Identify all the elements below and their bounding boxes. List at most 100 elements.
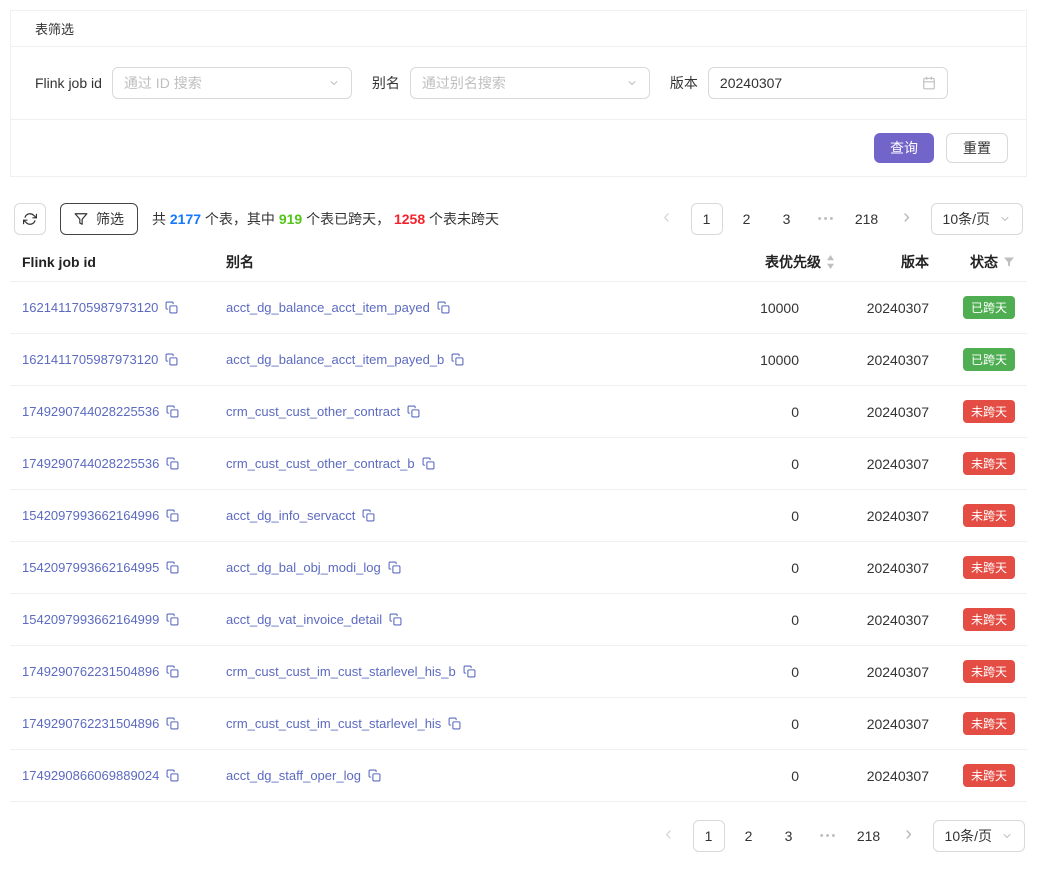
alias-link[interactable]: acct_dg_staff_oper_log	[226, 768, 361, 783]
pagination-next-icon[interactable]: ›	[893, 820, 925, 852]
version-cell: 20240307	[843, 542, 939, 594]
header-job-id: Flink job id	[10, 243, 218, 282]
copy-icon[interactable]	[166, 613, 179, 629]
job-id-link[interactable]: 1542097993662164995	[22, 560, 159, 575]
table-row: 1749290762231504896 crm_cust_cust_im_cust…	[10, 646, 1027, 698]
chevron-down-icon	[1001, 830, 1013, 842]
alias-link[interactable]: acct_dg_bal_obj_modi_log	[226, 560, 381, 575]
chevron-down-icon	[999, 213, 1011, 225]
sort-icon[interactable]	[826, 255, 835, 269]
status-badge: 未跨天	[963, 712, 1015, 735]
flink-job-id-field: Flink job id 通过 ID 搜索	[35, 67, 352, 99]
pagination-bottom: ‹123•••218›10条/页	[653, 820, 1025, 852]
copy-icon[interactable]	[166, 717, 179, 733]
copy-icon[interactable]	[165, 353, 178, 369]
alias-link[interactable]: crm_cust_cust_other_contract_b	[226, 456, 415, 471]
pagination-page-3[interactable]: 3	[773, 820, 805, 852]
copy-icon[interactable]	[407, 405, 420, 421]
job-id-link[interactable]: 1749290744028225536	[22, 404, 159, 419]
version-cell: 20240307	[843, 698, 939, 750]
table-row: 1749290744028225536 crm_cust_cust_other_c…	[10, 438, 1027, 490]
copy-icon[interactable]	[166, 405, 179, 421]
header-priority[interactable]: 表优先级	[713, 243, 843, 282]
page-size-select[interactable]: 10条/页	[931, 203, 1023, 235]
page-size-select[interactable]: 10条/页	[933, 820, 1025, 852]
alias-select[interactable]: 通过别名搜索	[410, 67, 650, 99]
version-cell: 20240307	[843, 490, 939, 542]
version-input[interactable]	[720, 75, 922, 91]
priority-cell: 0	[713, 542, 843, 594]
table-row: 1749290762231504896 crm_cust_cust_im_cust…	[10, 698, 1027, 750]
filter-toggle-button[interactable]: 筛选	[60, 203, 138, 235]
pagination-page-218[interactable]: 218	[853, 820, 885, 852]
page-size-label: 10条/页	[943, 209, 990, 229]
pagination-page-1[interactable]: 1	[691, 203, 723, 235]
table-row: 1542097993662164995 acct_dg_bal_obj_modi_…	[10, 542, 1027, 594]
job-id-link[interactable]: 1542097993662164996	[22, 508, 159, 523]
priority-cell: 10000	[713, 334, 843, 386]
flink-job-id-select[interactable]: 通过 ID 搜索	[112, 67, 352, 99]
flink-job-id-placeholder: 通过 ID 搜索	[124, 73, 328, 93]
tables-table: Flink job id 别名 表优先级 版本 状态 16214117059	[10, 243, 1027, 802]
total-count: 2177	[170, 211, 201, 227]
job-id-link[interactable]: 1749290762231504896	[22, 664, 159, 679]
copy-icon[interactable]	[437, 301, 450, 317]
alias-link[interactable]: crm_cust_cust_im_cust_starlevel_his_b	[226, 664, 456, 679]
job-id-link[interactable]: 1621411705987973120	[22, 352, 158, 367]
copy-icon[interactable]	[451, 353, 464, 369]
copy-icon[interactable]	[165, 301, 178, 317]
table-row: 1749290866069889024 acct_dg_staff_oper_lo…	[10, 750, 1027, 802]
pagination-top: ‹123•••218›10条/页	[651, 203, 1023, 235]
pagination-prev-icon[interactable]: ‹	[651, 203, 683, 235]
copy-icon[interactable]	[448, 717, 461, 733]
job-id-link[interactable]: 1749290866069889024	[22, 768, 159, 783]
pagination-page-218[interactable]: 218	[851, 203, 883, 235]
job-id-link[interactable]: 1749290762231504896	[22, 716, 159, 731]
version-cell: 20240307	[843, 386, 939, 438]
filter-panel: 表筛选 Flink job id 通过 ID 搜索 别名 通过别名搜索 版本	[10, 10, 1027, 177]
reset-button[interactable]: 重置	[946, 133, 1008, 163]
job-id-link[interactable]: 1542097993662164999	[22, 612, 159, 627]
job-id-link[interactable]: 1749290744028225536	[22, 456, 159, 471]
alias-link[interactable]: acct_dg_balance_acct_item_payed_b	[226, 352, 444, 367]
copy-icon[interactable]	[166, 665, 179, 681]
chevron-down-icon	[626, 77, 638, 89]
refresh-button[interactable]	[14, 203, 46, 235]
column-filter-icon[interactable]	[1003, 256, 1015, 268]
pagination-page-1[interactable]: 1	[693, 820, 725, 852]
alias-link[interactable]: acct_dg_balance_acct_item_payed	[226, 300, 430, 315]
copy-icon[interactable]	[463, 665, 476, 681]
copy-icon[interactable]	[389, 613, 402, 629]
pagination-page-2[interactable]: 2	[733, 820, 765, 852]
copy-icon[interactable]	[166, 457, 179, 473]
copy-icon[interactable]	[166, 561, 179, 577]
chevron-down-icon	[328, 77, 340, 89]
version-field: 版本	[670, 67, 948, 99]
filter-toggle-label: 筛选	[96, 209, 124, 229]
copy-icon[interactable]	[388, 561, 401, 577]
status-badge: 未跨天	[963, 608, 1015, 631]
alias-link[interactable]: acct_dg_vat_invoice_detail	[226, 612, 382, 627]
alias-link[interactable]: crm_cust_cust_other_contract	[226, 404, 400, 419]
pagination-page-2[interactable]: 2	[731, 203, 763, 235]
job-id-link[interactable]: 1621411705987973120	[22, 300, 158, 315]
query-button[interactable]: 查询	[874, 133, 934, 163]
crossed-count: 919	[279, 211, 302, 227]
pagination-next-icon[interactable]: ›	[891, 203, 923, 235]
version-date-input[interactable]	[708, 67, 948, 99]
priority-cell: 0	[713, 386, 843, 438]
copy-icon[interactable]	[422, 457, 435, 473]
pagination-page-3[interactable]: 3	[771, 203, 803, 235]
copy-icon[interactable]	[166, 509, 179, 525]
version-cell: 20240307	[843, 282, 939, 334]
copy-icon[interactable]	[368, 769, 381, 785]
version-label: 版本	[670, 73, 698, 93]
alias-link[interactable]: acct_dg_info_servacct	[226, 508, 355, 523]
pagination-prev-icon[interactable]: ‹	[653, 820, 685, 852]
alias-link[interactable]: crm_cust_cust_im_cust_starlevel_his	[226, 716, 441, 731]
filter-actions-row: 查询 重置	[11, 119, 1026, 176]
copy-icon[interactable]	[362, 509, 375, 525]
copy-icon[interactable]	[166, 769, 179, 785]
table-summary: 共 2177 个表，其中 919 个表已跨天， 1258 个表未跨天	[152, 209, 499, 229]
version-cell: 20240307	[843, 646, 939, 698]
